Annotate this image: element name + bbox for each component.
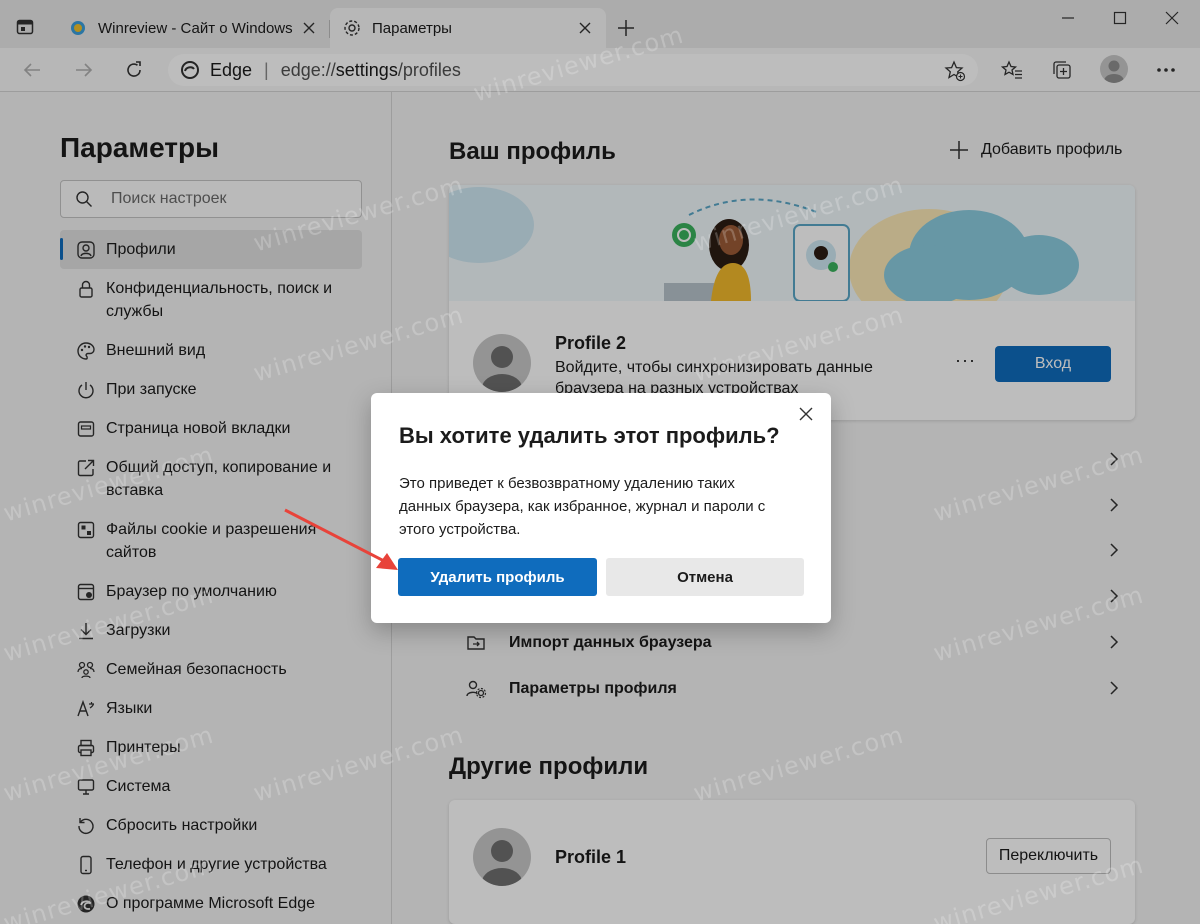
dialog-body: Это приведет к безвозвратному удалению т… xyxy=(399,475,766,538)
cancel-button[interactable]: Отмена xyxy=(606,558,804,596)
delete-profile-dialog: Вы хотите удалить этот профиль? Это прив… xyxy=(371,393,831,623)
delete-profile-button[interactable]: Удалить профиль xyxy=(398,558,597,596)
dialog-title: Вы хотите удалить этот профиль? xyxy=(399,423,780,448)
annotation-arrow-icon xyxy=(284,508,398,570)
close-icon[interactable] xyxy=(795,403,817,425)
